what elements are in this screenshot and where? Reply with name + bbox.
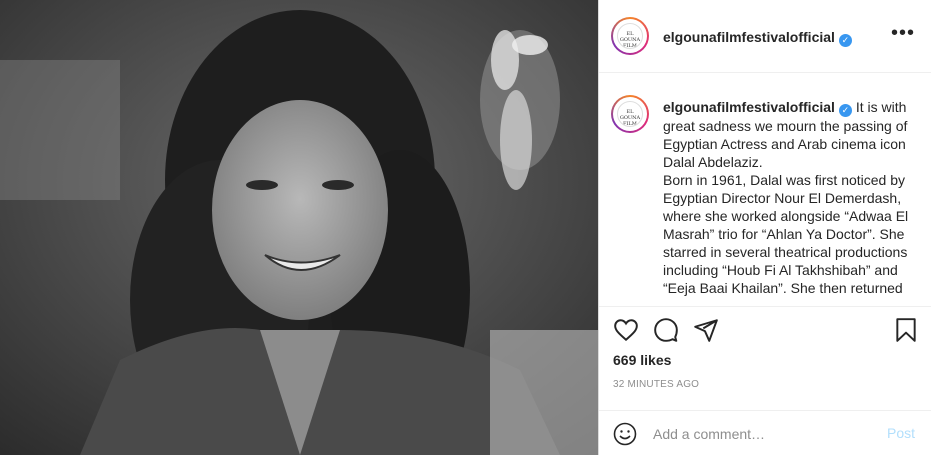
share-icon[interactable] <box>693 317 721 345</box>
festival-logo: EL GOUNA FILM FESTIVAL <box>617 23 643 49</box>
account-username[interactable]: elgounafilmfestivalofficial <box>663 29 835 45</box>
bookmark-icon[interactable] <box>893 317 921 345</box>
likes-count[interactable]: 669 likes <box>613 352 671 368</box>
heart-icon[interactable] <box>613 317 641 345</box>
account-avatar[interactable]: EL GOUNA FILM FESTIVAL <box>611 17 649 55</box>
comment-input[interactable] <box>653 423 873 445</box>
post-comment-button[interactable]: Post <box>887 425 915 441</box>
portrait-image <box>0 0 598 455</box>
post-photo[interactable] <box>0 0 598 455</box>
comment-icon[interactable] <box>653 317 681 345</box>
verified-icon: ✓ <box>838 104 852 117</box>
comment-bar: Post <box>599 410 931 457</box>
action-bar: 669 likes 32 MINUTES AGO Post <box>599 306 931 456</box>
festival-logo: EL GOUNA FILM FESTIVAL <box>617 101 643 127</box>
caption-area: EL GOUNA FILM FESTIVAL elgounafilmfestiv… <box>599 74 931 306</box>
instagram-post: EL GOUNA FILM FESTIVAL elgounafilmfestiv… <box>0 0 931 455</box>
emoji-icon[interactable] <box>613 422 637 451</box>
post-timestamp[interactable]: 32 MINUTES AGO <box>613 379 699 390</box>
verified-icon: ✓ <box>838 34 852 47</box>
post-sidebar: EL GOUNA FILM FESTIVAL elgounafilmfestiv… <box>598 0 931 455</box>
post-header: EL GOUNA FILM FESTIVAL elgounafilmfestiv… <box>599 0 931 73</box>
caption-text: elgounafilmfestivalofficial ✓ It is with … <box>663 98 918 297</box>
caption-avatar[interactable]: EL GOUNA FILM FESTIVAL <box>611 95 649 133</box>
caption-body: It is with great sadness we mourn the pa… <box>663 99 909 296</box>
caption-username[interactable]: elgounafilmfestivalofficial <box>663 99 835 115</box>
more-icon[interactable]: ••• <box>891 22 915 45</box>
